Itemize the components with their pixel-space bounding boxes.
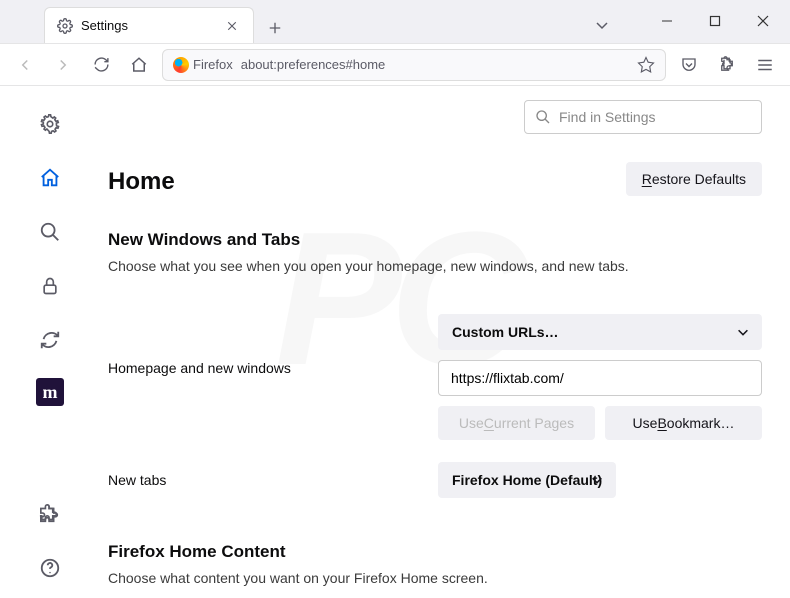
- restore-defaults-button[interactable]: Restore Defaults: [626, 162, 762, 196]
- find-input[interactable]: [559, 109, 751, 125]
- close-window-button[interactable]: [740, 0, 786, 43]
- tabs-dropdown-button[interactable]: [584, 7, 620, 43]
- back-button[interactable]: [10, 50, 40, 80]
- chevron-down-icon: [736, 325, 750, 339]
- sidebar-more-mozilla[interactable]: m: [36, 378, 64, 406]
- forward-button[interactable]: [48, 50, 78, 80]
- home-button[interactable]: [124, 50, 154, 80]
- settings-sidebar: m: [0, 86, 100, 598]
- section-new-windows-tabs: New Windows and Tabs: [108, 230, 762, 250]
- homepage-select-value: Custom URLs…: [452, 324, 559, 340]
- new-tab-button[interactable]: [260, 13, 290, 43]
- search-icon: [535, 109, 551, 125]
- reload-button[interactable]: [86, 50, 116, 80]
- homepage-label: Homepage and new windows: [108, 314, 418, 376]
- sidebar-help[interactable]: [34, 552, 66, 584]
- url-text: about:preferences#home: [241, 57, 386, 72]
- extensions-button[interactable]: [712, 50, 742, 80]
- find-in-settings[interactable]: [524, 100, 762, 134]
- row-homepage: Homepage and new windows Custom URLs… Us…: [108, 314, 762, 440]
- app-menu-button[interactable]: [750, 50, 780, 80]
- close-tab-button[interactable]: [223, 17, 241, 35]
- sidebar-general[interactable]: [34, 108, 66, 140]
- sidebar-sync[interactable]: [34, 324, 66, 356]
- sidebar-privacy[interactable]: [34, 270, 66, 302]
- section-fhc-desc: Choose what content you want on your Fir…: [108, 570, 762, 586]
- nav-toolbar: Firefox about:preferences#home: [0, 44, 790, 86]
- browser-tab-settings[interactable]: Settings: [44, 7, 254, 43]
- address-bar[interactable]: Firefox about:preferences#home: [162, 49, 666, 81]
- use-bookmark-button[interactable]: Use Bookmark…: [605, 406, 762, 440]
- identity-box[interactable]: Firefox: [173, 57, 233, 73]
- identity-label: Firefox: [193, 57, 233, 72]
- pocket-button[interactable]: [674, 50, 704, 80]
- row-newtabs: New tabs Firefox Home (Default): [108, 462, 762, 498]
- maximize-button[interactable]: [692, 0, 738, 43]
- newtabs-label: New tabs: [108, 472, 418, 488]
- sidebar-extensions[interactable]: [34, 498, 66, 530]
- homepage-url-input[interactable]: [438, 360, 762, 396]
- newtabs-select-value: Firefox Home (Default): [452, 472, 602, 488]
- window-controls: [644, 0, 786, 43]
- use-current-pages-button[interactable]: Use Current Pages: [438, 406, 595, 440]
- sidebar-home[interactable]: [34, 162, 66, 194]
- tab-title: Settings: [81, 18, 215, 33]
- homepage-select[interactable]: Custom URLs…: [438, 314, 762, 350]
- window-titlebar: Settings: [0, 0, 790, 44]
- bookmark-star-icon[interactable]: [637, 56, 655, 74]
- gear-icon: [57, 18, 73, 34]
- section-nwt-desc: Choose what you see when you open your h…: [108, 258, 762, 274]
- minimize-button[interactable]: [644, 0, 690, 43]
- section-firefox-home-content: Firefox Home Content: [108, 542, 762, 562]
- chevron-down-icon: [590, 473, 604, 487]
- firefox-logo-icon: [173, 57, 189, 73]
- sidebar-search[interactable]: [34, 216, 66, 248]
- settings-content: Home Restore Defaults New Windows and Ta…: [100, 86, 790, 598]
- newtabs-select[interactable]: Firefox Home (Default): [438, 462, 616, 498]
